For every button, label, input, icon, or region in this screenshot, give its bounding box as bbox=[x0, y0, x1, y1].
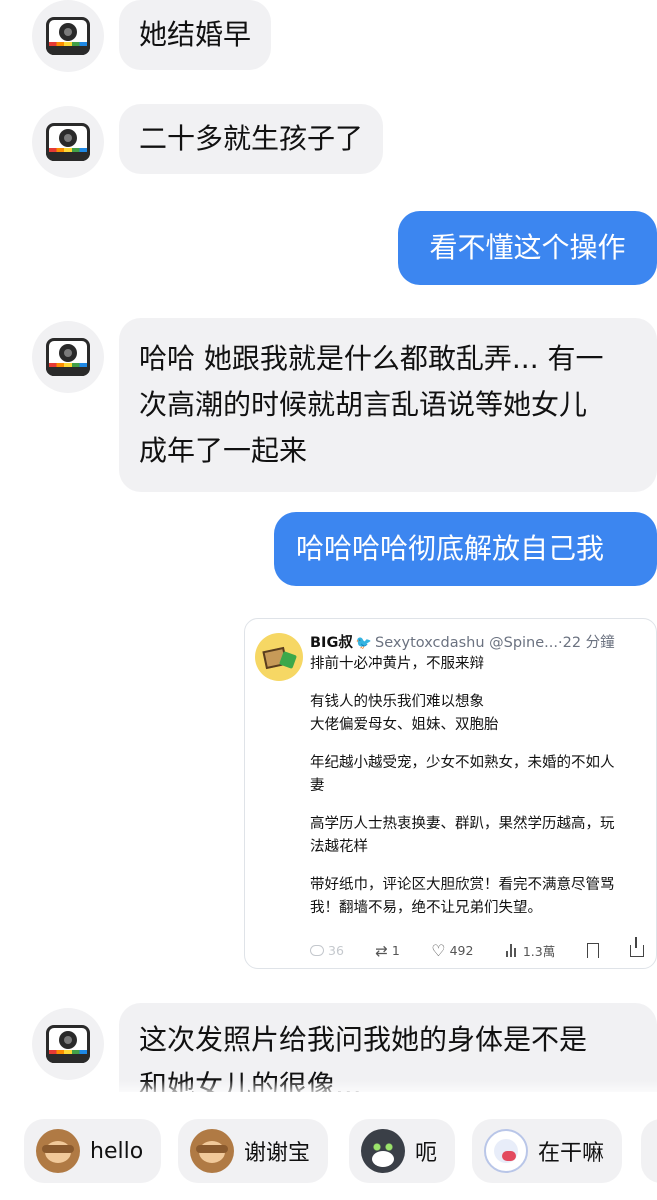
contact-avatar[interactable] bbox=[32, 1008, 104, 1080]
camera-icon bbox=[46, 17, 90, 55]
quick-reply-uh[interactable]: 呃 bbox=[349, 1119, 456, 1183]
outgoing-message[interactable]: 看不懂这个操作 bbox=[398, 211, 657, 285]
tweet-paragraph: 带好纸巾，评论区大胆欣赏！看完不满意尽管骂 我！翻墙不易，绝不让兄弟们失望。 bbox=[310, 874, 644, 920]
tweet-bookmark bbox=[586, 941, 599, 960]
quick-reply-whatsup[interactable]: 在干嘛 bbox=[472, 1119, 623, 1183]
cat-emoji-icon bbox=[361, 1129, 405, 1173]
tweet-line: 妻 bbox=[310, 778, 325, 794]
tweet-author-avatar bbox=[255, 633, 303, 681]
tweet-views: 1.3萬 bbox=[505, 941, 555, 960]
tweet-handle-time: Sexytoxcdashu @Spine...·22 分鐘 bbox=[375, 635, 615, 651]
message-text-line: 哈哈 她跟我就是什么都敢乱弄... 有一 bbox=[139, 342, 604, 375]
monkey-flower-emoji-icon bbox=[190, 1129, 234, 1173]
quick-reply-thanks[interactable]: 谢谢宝 bbox=[178, 1119, 329, 1183]
outgoing-message[interactable]: 哈哈哈哈彻底解放自己我 bbox=[274, 512, 657, 586]
tweet-paragraph: 高学历人士热衷换妻、群趴，果然学历越高，玩 法越花样 bbox=[310, 813, 644, 859]
quick-reply-label: 谢谢宝 bbox=[244, 1141, 311, 1166]
chart-icon bbox=[505, 944, 519, 957]
message-text: 哈哈哈哈彻底解放自己我 bbox=[296, 532, 605, 565]
tweet-retweet: ⇄ 1 bbox=[375, 941, 400, 960]
quick-reply-more[interactable] bbox=[641, 1119, 657, 1183]
tweet-actions: 36 ⇄ 1 ♡ 492 1.3萬 bbox=[310, 936, 644, 960]
message-text-line: 成年了一起来 bbox=[139, 434, 308, 467]
like-count: 492 bbox=[449, 943, 474, 958]
quick-reply-label: hello bbox=[90, 1138, 144, 1164]
retweet-count: 1 bbox=[391, 943, 400, 958]
incoming-message[interactable]: 哈哈 她跟我就是什么都敢乱弄... 有一 次高潮的时候就胡言乱语说等她女儿 成年… bbox=[119, 318, 657, 492]
monkey-emoji-icon bbox=[36, 1129, 80, 1173]
contact-avatar[interactable] bbox=[32, 106, 104, 178]
camera-icon bbox=[46, 338, 90, 376]
face-emoji-icon bbox=[484, 1129, 528, 1173]
tweet-author-name: BIG叔 bbox=[310, 635, 353, 651]
reply-count: 36 bbox=[328, 943, 344, 958]
contact-avatar[interactable] bbox=[32, 321, 104, 393]
bird-icon: 🐦 bbox=[355, 636, 373, 651]
view-count: 1.3萬 bbox=[522, 944, 556, 959]
quick-reply-label: 呃 bbox=[415, 1141, 438, 1166]
tweet-line: 带好纸巾，评论区大胆欣赏！看完不满意尽管骂 bbox=[310, 877, 615, 893]
tweet-header: BIG叔 🐦 Sexytoxcdashu @Spine...·22 分鐘 bbox=[310, 631, 648, 652]
reply-icon bbox=[310, 945, 324, 956]
message-text: 她结婚早 bbox=[139, 18, 252, 51]
tweet-line: 大佬偏爱母女、姐妹、双胞胎 bbox=[310, 717, 499, 733]
tweet-body: 排前十必冲黄片，不服来辩 有钱人的快乐我们难以想象 大佬偏爱母女、姐妹、双胞胎 年… bbox=[310, 653, 644, 935]
contact-avatar[interactable] bbox=[32, 0, 104, 72]
tweet-share bbox=[629, 936, 644, 960]
tweet-reply: 36 bbox=[310, 941, 344, 960]
tweet-paragraph: 年纪越小越受宠，少女不如熟女，未婚的不如人妻 bbox=[310, 752, 644, 798]
bookmark-icon bbox=[586, 943, 599, 958]
camera-icon bbox=[46, 1025, 90, 1063]
tweet-line: 年纪越小越受宠，少女不如熟女，未婚的不如人 bbox=[310, 755, 615, 771]
tweet-line: 我！翻墙不易，绝不让兄弟们失望。 bbox=[310, 900, 542, 916]
tweet-line: 排前十必冲黄片，不服来辩 bbox=[310, 656, 484, 672]
retweet-icon: ⇄ bbox=[375, 941, 388, 960]
share-icon bbox=[629, 936, 644, 957]
message-text: 二十多就生孩子了 bbox=[139, 122, 364, 155]
camera-icon bbox=[46, 123, 90, 161]
message-text: 看不懂这个操作 bbox=[429, 231, 626, 264]
tweet-paragraph: 有钱人的快乐我们难以想象 大佬偏爱母女、姐妹、双胞胎 bbox=[310, 691, 644, 737]
quick-reply-bar: hello 谢谢宝 呃 在干嘛 bbox=[0, 1092, 657, 1200]
shared-tweet-image[interactable]: BIG叔 🐦 Sexytoxcdashu @Spine...·22 分鐘 排前十必冲… bbox=[244, 618, 657, 969]
incoming-message[interactable]: 她结婚早 bbox=[119, 0, 272, 70]
tweet-like: ♡ 492 bbox=[431, 941, 473, 960]
message-text-line: 次高潮的时候就胡言乱语说等她女儿 bbox=[139, 388, 588, 421]
tweet-paragraph: 排前十必冲黄片，不服来辩 bbox=[310, 653, 644, 676]
message-text-line: 这次发照片给我问我她的身体是不是 bbox=[139, 1023, 588, 1056]
incoming-message[interactable]: 二十多就生孩子了 bbox=[119, 104, 384, 174]
tweet-line: 有钱人的快乐我们难以想象 bbox=[310, 694, 484, 710]
tweet-line: 法越花样 bbox=[310, 839, 368, 855]
quick-reply-hello[interactable]: hello bbox=[24, 1119, 162, 1183]
tweet-line: 高学历人士热衷换妻、群趴，果然学历越高，玩 bbox=[310, 816, 615, 832]
heart-icon: ♡ bbox=[431, 941, 446, 960]
quick-reply-label: 在干嘛 bbox=[538, 1141, 605, 1166]
